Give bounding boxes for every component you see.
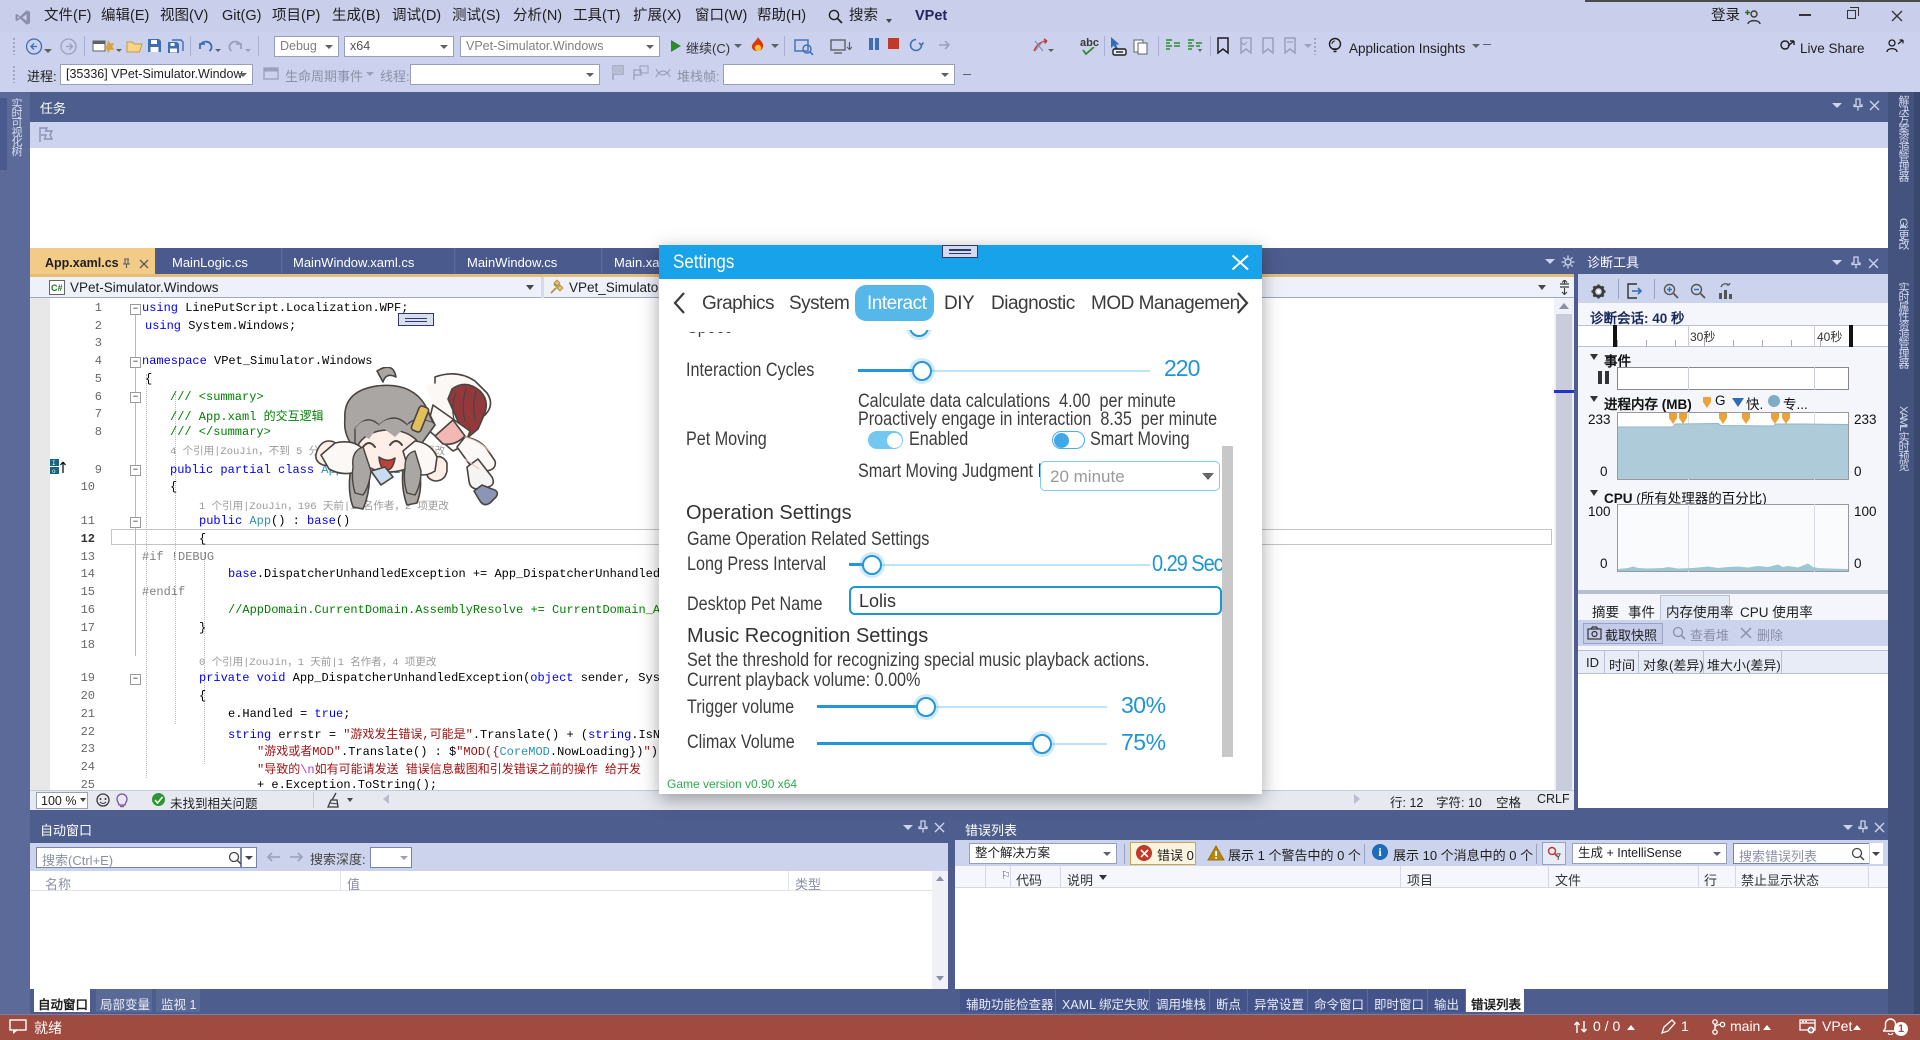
svg-text:7: 7 xyxy=(1556,852,1561,861)
svg-text:C#: C# xyxy=(51,283,63,293)
svg-text:o: o xyxy=(52,468,56,475)
svg-text:I: I xyxy=(52,460,56,467)
